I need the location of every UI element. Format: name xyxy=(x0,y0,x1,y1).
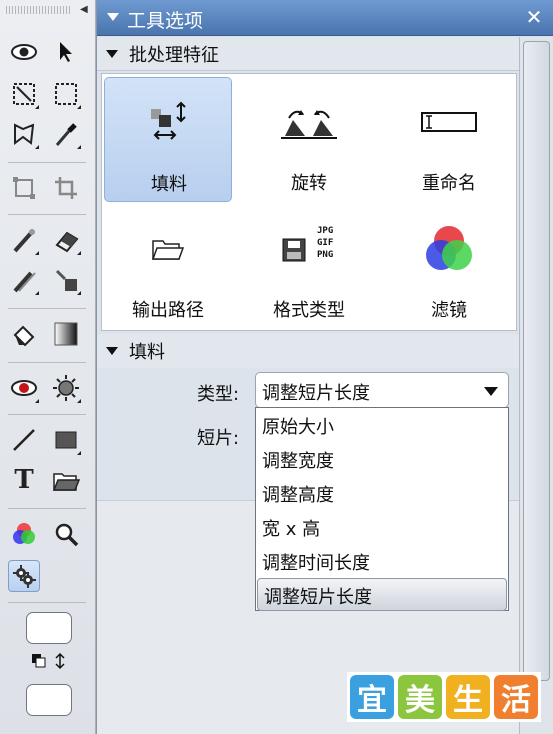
foreground-color-swatch[interactable] xyxy=(26,612,72,644)
feature-label: 旋转 xyxy=(291,173,327,194)
format-gif: GIF xyxy=(317,238,334,248)
toolbox-divider xyxy=(8,414,86,415)
watermark-char: 美 xyxy=(398,675,442,719)
feature-output-path[interactable]: 输出路径 xyxy=(104,204,232,329)
feature-label: 输出路径 xyxy=(132,300,204,321)
batch-features-header[interactable]: 批处理特征 xyxy=(97,37,519,71)
clone-brush-icon[interactable] xyxy=(8,264,40,296)
type-label: 类型: xyxy=(197,384,240,405)
toolbox-divider xyxy=(8,508,86,509)
toolbox-grip[interactable] xyxy=(6,6,72,14)
format-icon: JPG GIF PNG xyxy=(279,219,339,279)
format-png: PNG xyxy=(317,250,334,260)
toolbox-divider xyxy=(8,162,86,163)
folder-icon xyxy=(138,219,198,279)
feature-rotate[interactable]: 旋转 xyxy=(245,77,373,202)
tool-options-panel: 工具选项 ✕ 批处理特征 填料 旋转 重命名 输出路径 JPG GIF PNG … xyxy=(96,0,553,734)
panel-titlebar[interactable]: 工具选项 ✕ xyxy=(97,0,553,36)
panel-title: 工具选项 xyxy=(127,10,204,32)
crop-icon[interactable] xyxy=(50,172,82,204)
batch-features-grid: 填料 旋转 重命名 输出路径 JPG GIF PNG 格式类型 滤镜 xyxy=(101,73,517,331)
toolbox-divider xyxy=(8,214,86,215)
type-select-value: 调整短片长度 xyxy=(262,383,370,404)
watermark-char: 宜 xyxy=(350,675,394,719)
arrow-select-icon[interactable] xyxy=(50,36,82,68)
dropdown-option[interactable]: 调整宽度 xyxy=(256,443,508,476)
transform-select-icon[interactable] xyxy=(8,78,40,110)
zoom-icon[interactable] xyxy=(50,518,82,550)
dropdown-option[interactable]: 原始大小 xyxy=(256,409,508,442)
section-title: 填料 xyxy=(129,342,165,363)
brightness-icon[interactable] xyxy=(50,372,82,404)
color-wheel-icon[interactable] xyxy=(8,518,40,550)
feature-rename[interactable]: 重命名 xyxy=(385,77,513,202)
dropdown-option-selected[interactable]: 调整短片长度 xyxy=(257,578,507,611)
type-select[interactable]: 调整短片长度 xyxy=(255,372,509,408)
scrollbar[interactable] xyxy=(519,37,553,734)
fill-icon xyxy=(139,93,199,153)
feature-format-type[interactable]: JPG GIF PNG 格式类型 xyxy=(245,204,373,329)
open-folder-icon[interactable] xyxy=(50,464,82,496)
filter-icon xyxy=(419,219,479,279)
red-eye-icon[interactable] xyxy=(8,372,40,404)
distort-icon[interactable] xyxy=(8,172,40,204)
dropdown-option[interactable]: 调整时间长度 xyxy=(256,545,508,578)
dropdown-option[interactable]: 宽 x 高 xyxy=(256,511,508,544)
gradient-icon[interactable] xyxy=(50,318,82,350)
chevron-down-icon[interactable] xyxy=(484,387,498,396)
feature-filter[interactable]: 滤镜 xyxy=(385,204,513,329)
scrollbar-thumb[interactable] xyxy=(523,41,550,681)
toolbox-divider xyxy=(8,362,86,363)
section-title: 批处理特征 xyxy=(129,45,219,66)
paint-bucket-icon[interactable] xyxy=(8,318,40,350)
background-color-swatch[interactable] xyxy=(26,684,72,716)
rotate-icon xyxy=(279,92,339,152)
eye-icon[interactable] xyxy=(8,36,40,68)
feature-label: 填料 xyxy=(151,174,187,195)
marquee-icon[interactable] xyxy=(50,78,82,110)
close-button[interactable]: ✕ xyxy=(522,5,546,29)
feature-label: 重命名 xyxy=(422,173,476,194)
watermark-char: 生 xyxy=(446,675,490,719)
format-jpg: JPG xyxy=(317,226,334,236)
toolbox-divider xyxy=(8,308,86,309)
feature-fill[interactable]: 填料 xyxy=(104,77,232,202)
collapse-arrow-icon[interactable]: ◀ xyxy=(80,4,88,15)
rename-icon xyxy=(419,92,479,152)
line-icon[interactable] xyxy=(8,424,40,456)
batch-gear-icon[interactable] xyxy=(8,560,40,592)
fill-section-header[interactable]: 填料 xyxy=(97,334,519,368)
collapse-triangle-icon[interactable] xyxy=(107,13,119,21)
lasso-icon[interactable] xyxy=(8,118,40,150)
bucket-brush-icon[interactable] xyxy=(50,264,82,296)
text-icon[interactable]: T xyxy=(8,464,40,496)
toolbox-divider xyxy=(8,602,86,603)
feature-label: 格式类型 xyxy=(273,300,345,321)
feature-label: 滤镜 xyxy=(431,300,467,321)
format-list: JPG GIF PNG xyxy=(317,225,333,261)
eraser-icon[interactable] xyxy=(50,224,82,256)
dropdown-option[interactable]: 调整高度 xyxy=(256,477,508,510)
expand-triangle-icon xyxy=(106,50,118,58)
watermark-char: 活 xyxy=(494,675,538,719)
expand-triangle-icon xyxy=(106,347,118,355)
rectangle-icon[interactable] xyxy=(50,424,82,456)
app-window: ◀ T 工具选项 ✕ 批处理特征 填料 旋转 重命名 输出路径 JPG GIF … xyxy=(0,0,553,734)
eyedropper-icon[interactable] xyxy=(50,118,82,150)
swap-colors-icon[interactable] xyxy=(30,652,70,670)
type-dropdown-list: 原始大小 调整宽度 调整高度 宽 x 高 调整时间长度 调整短片长度 xyxy=(255,407,509,611)
brush-icon[interactable] xyxy=(8,224,40,256)
clip-label: 短片: xyxy=(197,428,240,449)
toolbox: ◀ T xyxy=(0,0,96,734)
watermark-logo: 宜 美 生 活 xyxy=(347,672,541,722)
